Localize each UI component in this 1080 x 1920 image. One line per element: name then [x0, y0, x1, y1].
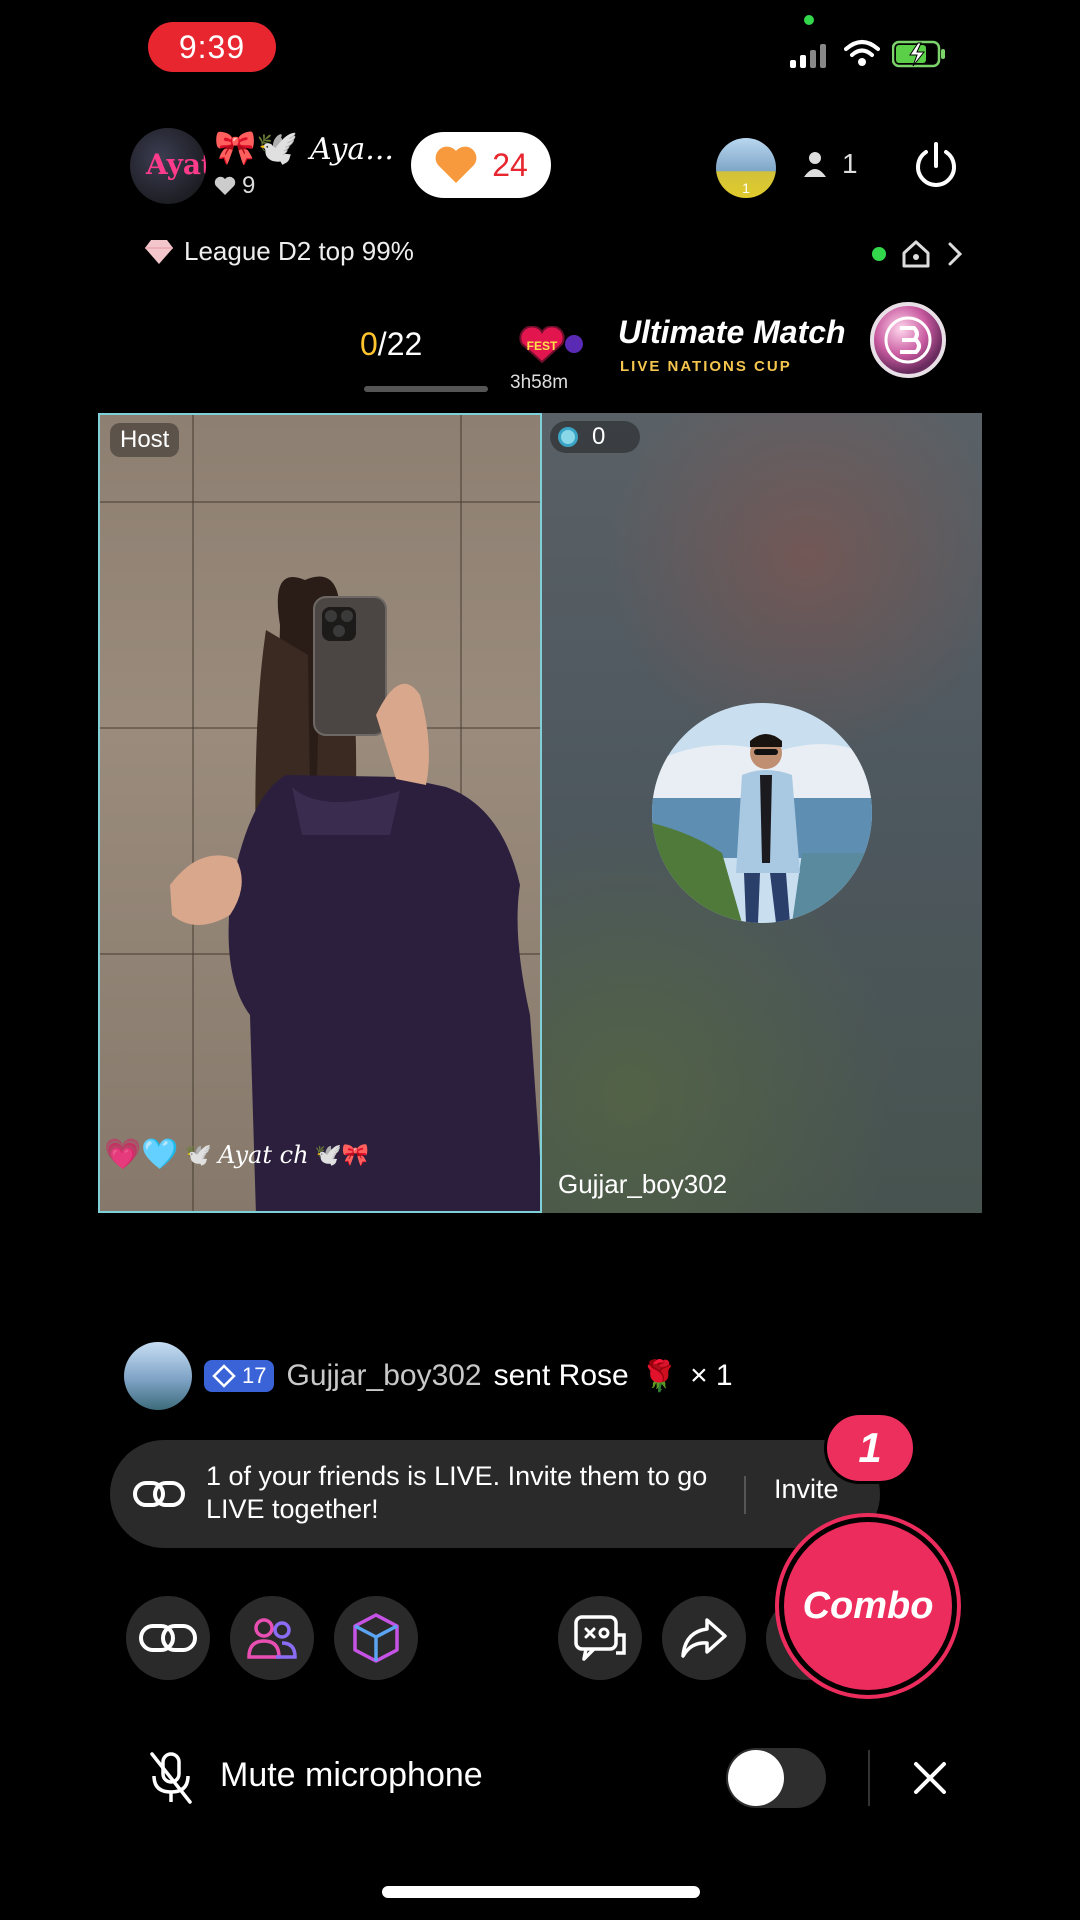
svg-text:FEST: FEST: [527, 339, 558, 353]
level-badge: 17: [204, 1360, 275, 1392]
host-name[interactable]: Aya...: [310, 132, 394, 167]
people-icon: [247, 1618, 297, 1659]
link-button[interactable]: [126, 1596, 210, 1680]
bottom-divider: [868, 1750, 870, 1806]
host-label: Host: [110, 423, 180, 457]
heart-icon: [214, 176, 236, 195]
camera-indicator-dot: [804, 15, 814, 25]
game-chat-icon: [574, 1615, 626, 1661]
share-arrow-icon: [681, 1618, 727, 1658]
chevron-right-icon[interactable]: [946, 240, 964, 268]
ultimate-match-subtitle: LIVE NATIONS CUP: [620, 358, 792, 375]
bow-and-dove-icon: 🎀🕊️: [214, 129, 299, 167]
match-score-current: 0: [360, 326, 378, 362]
level-gem-icon: [212, 1364, 236, 1388]
gift-message: sent Rose: [493, 1359, 629, 1392]
games-button[interactable]: [558, 1596, 642, 1680]
link-icon: [133, 1481, 185, 1507]
gift-message-row: 17 Gujjar_boy302 sent Rose 🌹 × 1: [124, 1342, 733, 1410]
rose-icon: 🌹: [640, 1359, 679, 1393]
host-likes: 9: [214, 172, 255, 200]
guest-video-panel[interactable]: 0 Gujjar_boy302: [542, 413, 982, 1213]
host-video-panel[interactable]: Host 💗🩵 🕊️ Ayat ch 🕊️🎀: [98, 413, 542, 1213]
combo-label: Combo: [802, 1584, 934, 1627]
level-number: 17: [242, 1363, 267, 1388]
combo-button[interactable]: Combo: [784, 1522, 952, 1690]
invite-button[interactable]: Invite: [774, 1474, 839, 1505]
likes-count: 24: [492, 146, 528, 183]
power-icon[interactable]: [910, 140, 962, 192]
cellular-signal-icon: [790, 42, 826, 68]
wifi-icon: [844, 40, 880, 66]
mute-microphone-label: Mute microphone: [220, 1756, 483, 1794]
guest-avatar[interactable]: [652, 703, 872, 923]
online-dot: [872, 247, 886, 261]
dove-bow-icon: 🕊️🎀: [314, 1141, 370, 1167]
battery-charging-icon: [892, 40, 945, 68]
league-badge[interactable]: League D2 top 99%: [144, 236, 414, 267]
host-person-image: [170, 576, 540, 1211]
match-progress-bar: [364, 386, 488, 392]
host-avatar-initials: Ayat: [146, 148, 206, 181]
guest-username[interactable]: Gujjar_boy302: [558, 1169, 727, 1200]
diamond-icon: [145, 239, 173, 264]
combo-count-badge: 1: [824, 1412, 916, 1484]
match-timer: 3h58m: [510, 372, 569, 393]
match-emblem-icon[interactable]: [866, 298, 950, 382]
invite-message: 1 of your friends is LIVE. Invite them t…: [206, 1461, 708, 1524]
link-icon: [139, 1624, 197, 1652]
top-viewer-avatar[interactable]: 1: [716, 138, 776, 198]
host-likes-count: 9: [242, 172, 256, 199]
status-bar: 9:39: [0, 0, 1080, 100]
ultimate-match-title[interactable]: Ultimate Match: [618, 314, 846, 351]
status-time: 9:39: [148, 22, 276, 72]
viewer-count-text: 1: [842, 148, 858, 179]
orange-heart-icon: [435, 146, 477, 183]
league-actions: [872, 238, 964, 270]
viewer-count[interactable]: 1: [804, 148, 858, 180]
mic-off-icon[interactable]: [146, 1750, 196, 1806]
guest-score-pill: 0: [550, 421, 640, 453]
top-viewer-rank: 1: [742, 180, 750, 196]
invite-friends-banner[interactable]: 1 of your friends is LIVE. Invite them t…: [110, 1440, 880, 1548]
home-indicator[interactable]: [382, 1886, 700, 1898]
match-score-total: /22: [377, 326, 423, 362]
toggle-knob: [728, 1750, 784, 1806]
close-icon[interactable]: [906, 1754, 954, 1802]
mute-microphone-toggle[interactable]: [726, 1748, 826, 1808]
host-caption: 💗🩵 🕊️ Ayat ch 🕊️🎀: [104, 1137, 369, 1172]
fest-heart-icon[interactable]: FEST: [518, 326, 588, 364]
effects-button[interactable]: [334, 1596, 418, 1680]
host-avatar[interactable]: Ayat: [130, 128, 206, 204]
sender-username[interactable]: Gujjar_boy302: [286, 1359, 481, 1393]
share-button[interactable]: [662, 1596, 746, 1680]
match-score: 0/22: [360, 326, 422, 363]
likes-pill[interactable]: 24: [411, 132, 551, 198]
sender-avatar[interactable]: [124, 1342, 192, 1410]
gem-icon: [558, 427, 578, 447]
league-text: League D2 top 99%: [184, 236, 414, 266]
gift-multiplier: × 1: [690, 1359, 733, 1392]
person-icon: [804, 152, 826, 177]
cube-icon: [353, 1613, 399, 1663]
invite-divider: [744, 1476, 746, 1514]
host-caption-name: Ayat ch: [218, 1140, 309, 1169]
dove-icon: 🕊️: [184, 1141, 213, 1167]
hearts-decor-icon: 💗🩵: [104, 1138, 179, 1171]
guest-score: 0: [592, 423, 606, 450]
home-icon[interactable]: [900, 238, 932, 270]
guests-button[interactable]: [230, 1596, 314, 1680]
